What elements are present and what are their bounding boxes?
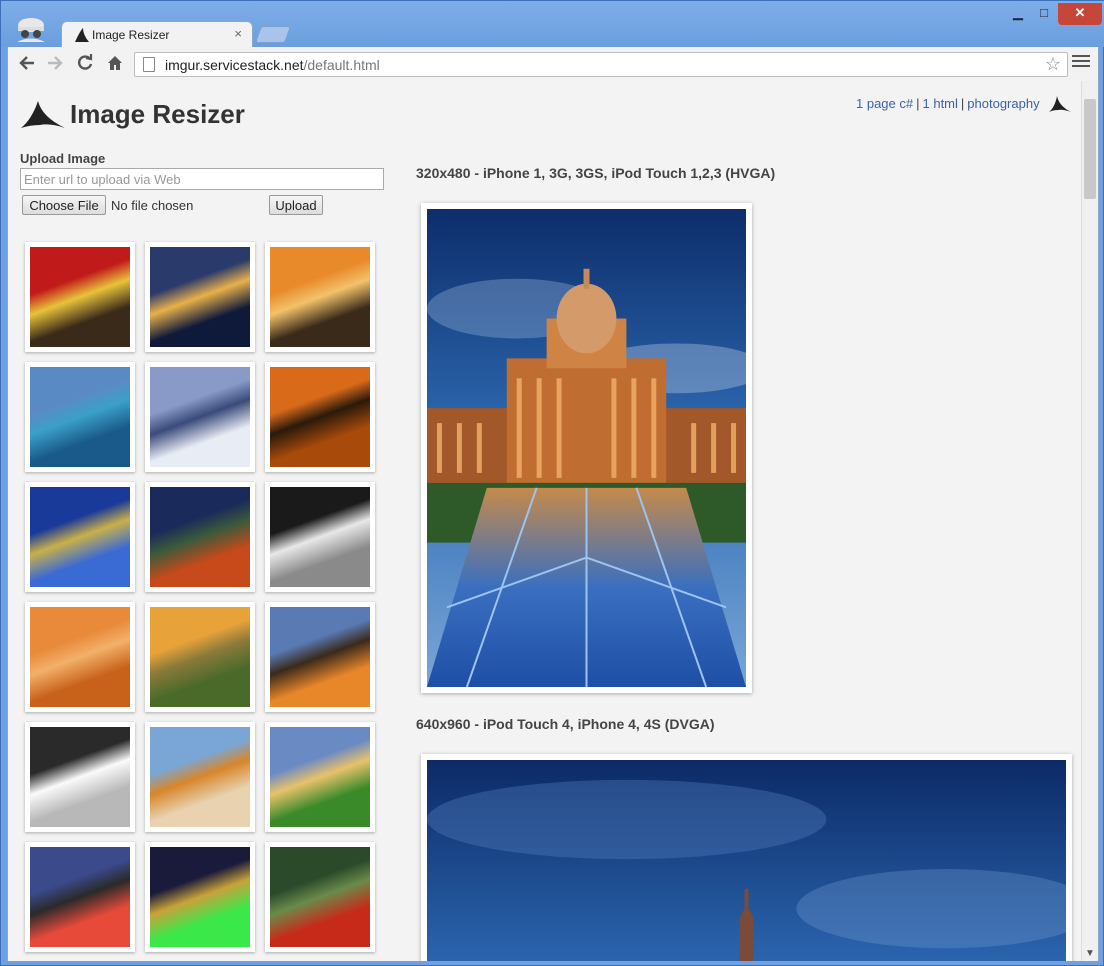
page-title: Image Resizer: [70, 99, 245, 129]
waterfall-snow-image: [150, 367, 250, 467]
aurora-night-image: [150, 847, 250, 947]
arrow-right-icon: [48, 56, 63, 70]
thumbnail-red-forest[interactable]: [265, 842, 375, 952]
section-title-hvga: 320x480 - iPhone 1, 3G, 3GS, iPod Touch …: [416, 165, 776, 181]
thumbnail-lone-tree[interactable]: [265, 602, 375, 712]
thumbnail-sunset-boat[interactable]: [265, 362, 375, 472]
shark-fin-small-icon: [1049, 96, 1071, 112]
upload-button[interactable]: Upload: [269, 195, 323, 215]
link-separator: |: [960, 96, 965, 111]
page-icon: [143, 57, 155, 72]
thumbnail-blue-lake[interactable]: [25, 362, 135, 472]
image-dvga[interactable]: [421, 754, 1096, 961]
tab-title: Image Resizer: [92, 28, 170, 42]
thumbnail-horse[interactable]: [265, 242, 375, 352]
red-forest-image: [270, 847, 370, 947]
link-html[interactable]: 1 html: [923, 96, 958, 111]
url-path: /default.html: [303, 57, 380, 73]
scroll-thumb[interactable]: [1084, 99, 1096, 199]
thumbnail-cabin-hills[interactable]: [265, 722, 375, 832]
thumbnail-red-tunnel[interactable]: [25, 242, 135, 352]
file-status: No file chosen: [111, 198, 194, 213]
maximize-button[interactable]: □: [1031, 3, 1057, 25]
horse-image: [270, 247, 370, 347]
red-tunnel-image: [30, 247, 130, 347]
taj-mahal-image: [150, 727, 250, 827]
address-bar[interactable]: imgur.servicestack.net/default.html ☆: [134, 52, 1068, 77]
star-icon[interactable]: ☆: [1045, 54, 1061, 75]
autumn-path-image: [150, 487, 250, 587]
thumbnail-blue-hall[interactable]: [25, 482, 135, 592]
choose-file-button[interactable]: Choose File: [22, 195, 106, 215]
forward-button[interactable]: [44, 53, 66, 75]
tab-close-button[interactable]: ×: [234, 26, 242, 41]
capitol-building-image: [427, 209, 766, 688]
vertical-scrollbar[interactable]: ▼: [1081, 81, 1098, 961]
thumbnail-great-wall[interactable]: [145, 602, 255, 712]
url-host: imgur.servicestack.net: [165, 57, 304, 73]
browser-toolbar: imgur.servicestack.net/default.html ☆: [7, 47, 1099, 81]
lone-tree-image: [270, 607, 370, 707]
link-photography[interactable]: photography: [967, 96, 1039, 111]
url-text[interactable]: imgur.servicestack.net/default.html: [165, 57, 380, 73]
blue-lake-image: [30, 367, 130, 467]
thumbnail-bw-shore[interactable]: [25, 722, 135, 832]
section-title-dvga: 640x960 - iPod Touch 4, iPhone 4, 4S (DV…: [416, 716, 715, 732]
upload-url-input[interactable]: [20, 168, 384, 190]
home-button[interactable]: [104, 53, 126, 75]
title-bar: Image Resizer × ▁ □ ✕: [1, 1, 1104, 47]
new-tab-button[interactable]: [254, 26, 292, 43]
hamburger-menu-icon[interactable]: [1072, 55, 1090, 71]
eiffel-tower-image: [30, 847, 130, 947]
home-icon: [108, 56, 122, 70]
top-links: 1 page c# | 1 html | photography: [856, 96, 1040, 111]
thumbnail-dark-arches[interactable]: [265, 482, 375, 592]
thumbnail-city-night[interactable]: [145, 242, 255, 352]
shark-fin-logo-icon: [21, 101, 65, 128]
thumbnail-autumn-path[interactable]: [145, 482, 255, 592]
bw-shore-image: [30, 727, 130, 827]
link-page-csharp[interactable]: 1 page c#: [856, 96, 913, 111]
shark-fin-icon: [75, 28, 89, 42]
capitol-building-large-image: [427, 760, 1096, 961]
image-hvga[interactable]: [421, 203, 766, 693]
great-wall-image: [150, 607, 250, 707]
cabin-hills-image: [270, 727, 370, 827]
thumbnail-eiffel-tower[interactable]: [25, 842, 135, 952]
close-window-button[interactable]: ✕: [1058, 3, 1102, 25]
blue-hall-image: [30, 487, 130, 587]
thumbnail-orange-hills[interactable]: [25, 602, 135, 712]
arrow-left-icon: [19, 56, 34, 70]
incognito-icon: [17, 18, 45, 42]
orange-hills-image: [30, 607, 130, 707]
link-separator: |: [916, 96, 920, 111]
city-night-image: [150, 247, 250, 347]
reload-icon: [78, 54, 93, 70]
thumbnail-taj-mahal[interactable]: [145, 722, 255, 832]
upload-label: Upload Image: [20, 151, 106, 166]
sunset-boat-image: [270, 367, 370, 467]
thumbnail-aurora-night[interactable]: [145, 842, 255, 952]
browser-window: Image Resizer × ▁ □ ✕ imgur.servicestack…: [0, 0, 1104, 966]
tab-image-resizer[interactable]: Image Resizer ×: [61, 21, 253, 47]
scroll-down-icon[interactable]: ▼: [1085, 948, 1095, 959]
thumbnail-waterfall-snow[interactable]: [145, 362, 255, 472]
minimize-button[interactable]: ▁: [1005, 3, 1031, 25]
back-button[interactable]: [16, 53, 38, 75]
dark-arches-image: [270, 487, 370, 587]
page-viewport: Image Resizer 1 page c# | 1 html | photograp…: [7, 81, 1099, 961]
reload-button[interactable]: [74, 53, 96, 75]
